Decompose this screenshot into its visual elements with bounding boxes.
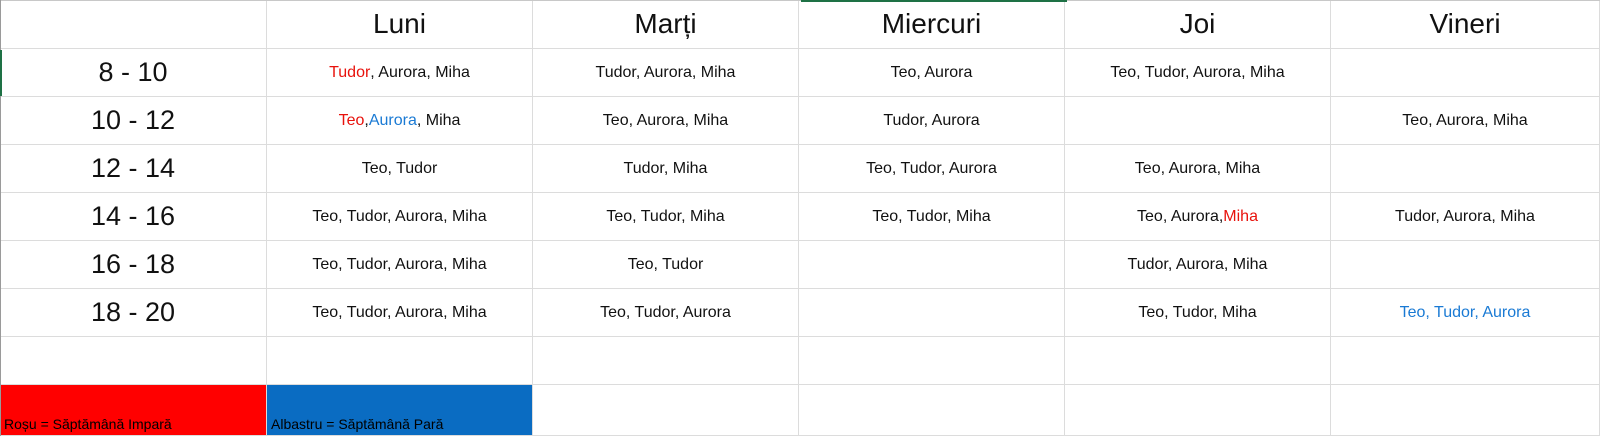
schedule-cell[interactable]: Teo, Tudor, Aurora, Miha — [267, 289, 533, 337]
name-text: Tudor, Aurora, Miha — [595, 63, 736, 81]
schedule-cell[interactable]: Teo, Tudor, Aurora, Miha — [267, 193, 533, 241]
empty-cell[interactable] — [799, 337, 1065, 385]
time-slot-label: 14 - 16 — [90, 201, 176, 231]
schedule-cell[interactable] — [1331, 49, 1600, 97]
time-slot-label: 10 - 12 — [90, 105, 176, 135]
schedule-cell[interactable]: Teo, Tudor, Aurora — [533, 289, 799, 337]
time-slot-cell[interactable]: 14 - 16 — [0, 193, 267, 241]
schedule-cell[interactable]: Tudor, Aurora, Miha — [1331, 193, 1600, 241]
empty-cell[interactable] — [799, 385, 1065, 436]
time-slot-cell[interactable]: 16 - 18 — [0, 241, 267, 289]
name-text: Tudor, Aurora, Miha — [1127, 255, 1268, 273]
time-slot-label: 16 - 18 — [90, 249, 176, 279]
legend-even-week[interactable]: Albastru = Săptămână Pară — [267, 385, 533, 436]
day-header-2[interactable]: Marți — [533, 0, 799, 49]
schedule-cell[interactable] — [1331, 241, 1600, 289]
name-text: Teo, Tudor, Aurora, Miha — [312, 255, 487, 273]
schedule-cell[interactable]: Teo, Aurora — [799, 49, 1065, 97]
name-text: Teo, Aurora — [890, 63, 973, 81]
schedule-cell[interactable]: Teo, Aurora, Miha — [1065, 145, 1331, 193]
day-header-label: Vineri — [1429, 8, 1501, 39]
schedule-cell[interactable]: Teo, Tudor — [533, 241, 799, 289]
name-text: Teo, Tudor, Aurora, Miha — [1110, 63, 1285, 81]
name-text: , Aurora, Miha — [370, 63, 470, 81]
empty-cell[interactable] — [1331, 385, 1600, 436]
schedule-cell[interactable]: Tudor, Aurora, Miha — [1065, 241, 1331, 289]
name-text: Teo, Tudor, Miha — [1138, 303, 1257, 321]
schedule-cell[interactable]: Tudor, Aurora, Miha — [267, 49, 533, 97]
schedule-cell[interactable]: Teo, Tudor, Miha — [533, 193, 799, 241]
schedule-cell[interactable]: Teo, Tudor, Aurora — [1331, 289, 1600, 337]
empty-cell[interactable] — [1331, 337, 1600, 385]
name-text: Teo, Aurora, Miha — [1402, 111, 1528, 129]
name-red-text: Teo — [338, 111, 365, 129]
schedule-cell[interactable] — [799, 289, 1065, 337]
name-text: , Miha — [416, 111, 461, 129]
time-slot-cell[interactable]: 10 - 12 — [0, 97, 267, 145]
time-slot-cell[interactable]: 8 - 10 — [0, 49, 267, 97]
schedule-cell[interactable]: Teo, Tudor, Aurora, Miha — [1065, 49, 1331, 97]
name-red-text: Miha — [1223, 207, 1258, 225]
name-text: Teo, Aurora, Miha — [1134, 159, 1261, 177]
empty-cell[interactable] — [533, 385, 799, 436]
schedule-cell[interactable]: Teo, Tudor, Aurora, Miha — [267, 241, 533, 289]
empty-cell[interactable] — [1065, 385, 1331, 436]
schedule-cell[interactable]: Teo, Aurora, Miha — [1331, 97, 1600, 145]
name-text: Teo, Tudor, Miha — [872, 207, 991, 225]
name-text: Tudor, Aurora — [883, 111, 980, 129]
name-text: Teo, Tudor — [361, 159, 438, 177]
day-header-label: Miercuri — [881, 8, 982, 39]
schedule-cell[interactable] — [799, 241, 1065, 289]
legend-even-week-label: Albastru = Săptămână Pară — [271, 416, 444, 432]
schedule-cell[interactable]: Tudor, Miha — [533, 145, 799, 193]
schedule-cell[interactable]: Teo, Aurora, Miha — [267, 97, 533, 145]
name-text: Teo, Aurora, — [1137, 207, 1224, 225]
day-header-label: Joi — [1179, 8, 1216, 39]
legend-odd-week-label: Roșu = Săptămână Impară — [4, 416, 172, 432]
time-slot-cell[interactable]: 18 - 20 — [0, 289, 267, 337]
name-text: Teo, Tudor, Aurora, Miha — [312, 303, 487, 321]
time-slot-cell[interactable]: 12 - 14 — [0, 145, 267, 193]
schedule-cell[interactable]: Teo, Aurora, Miha — [533, 97, 799, 145]
column-selection-indicator — [801, 0, 1067, 2]
time-slot-label: 12 - 14 — [90, 153, 176, 183]
schedule-cell[interactable]: Teo, Aurora, Miha — [1065, 193, 1331, 241]
empty-cell[interactable] — [1065, 337, 1331, 385]
day-header-3[interactable]: Miercuri — [799, 0, 1065, 49]
row-selection-indicator — [0, 50, 2, 96]
time-slot-label: 18 - 20 — [90, 297, 176, 327]
name-text: Teo, Tudor, Aurora — [600, 303, 731, 321]
name-text: Teo, Tudor — [627, 255, 704, 273]
day-header-1[interactable]: Luni — [267, 0, 533, 49]
name-text: Tudor, Miha — [623, 159, 708, 177]
corner-cell[interactable] — [0, 0, 267, 49]
legend-odd-week[interactable]: Roșu = Săptămână Impară — [0, 385, 267, 436]
name-blue-text: Teo, Tudor, Aurora — [1399, 303, 1531, 321]
schedule-cell[interactable]: Tudor, Aurora — [799, 97, 1065, 145]
name-blue-text: Aurora — [368, 111, 417, 129]
empty-cell[interactable] — [267, 337, 533, 385]
schedule-cell[interactable]: Teo, Tudor, Miha — [799, 193, 1065, 241]
empty-cell[interactable] — [533, 337, 799, 385]
name-text: Teo, Aurora, Miha — [602, 111, 729, 129]
schedule-cell[interactable]: Teo, Tudor, Miha — [1065, 289, 1331, 337]
empty-cell[interactable] — [0, 337, 267, 385]
day-header-5[interactable]: Vineri — [1331, 0, 1600, 49]
schedule-cell[interactable]: Teo, Tudor, Aurora — [799, 145, 1065, 193]
name-text: Tudor, Aurora, Miha — [1395, 207, 1535, 225]
name-text: Teo, Tudor, Miha — [606, 207, 725, 225]
name-text: Teo, Tudor, Aurora — [866, 159, 997, 177]
time-slot-label: 8 - 10 — [98, 57, 168, 87]
day-header-4[interactable]: Joi — [1065, 0, 1331, 49]
schedule-cell[interactable] — [1065, 97, 1331, 145]
day-header-label: Marți — [634, 8, 697, 39]
schedule-cell[interactable]: Teo, Tudor — [267, 145, 533, 193]
day-header-label: Luni — [373, 8, 426, 39]
schedule-spreadsheet: Luni Marți Miercuri Joi Vineri 8 - 10 Tudor, A… — [0, 0, 1600, 436]
name-red-text: Tudor — [329, 63, 371, 81]
grid-top-border — [0, 0, 1600, 1]
schedule-cell[interactable] — [1331, 145, 1600, 193]
name-text: Teo, Tudor, Aurora, Miha — [312, 207, 487, 225]
schedule-cell[interactable]: Tudor, Aurora, Miha — [533, 49, 799, 97]
